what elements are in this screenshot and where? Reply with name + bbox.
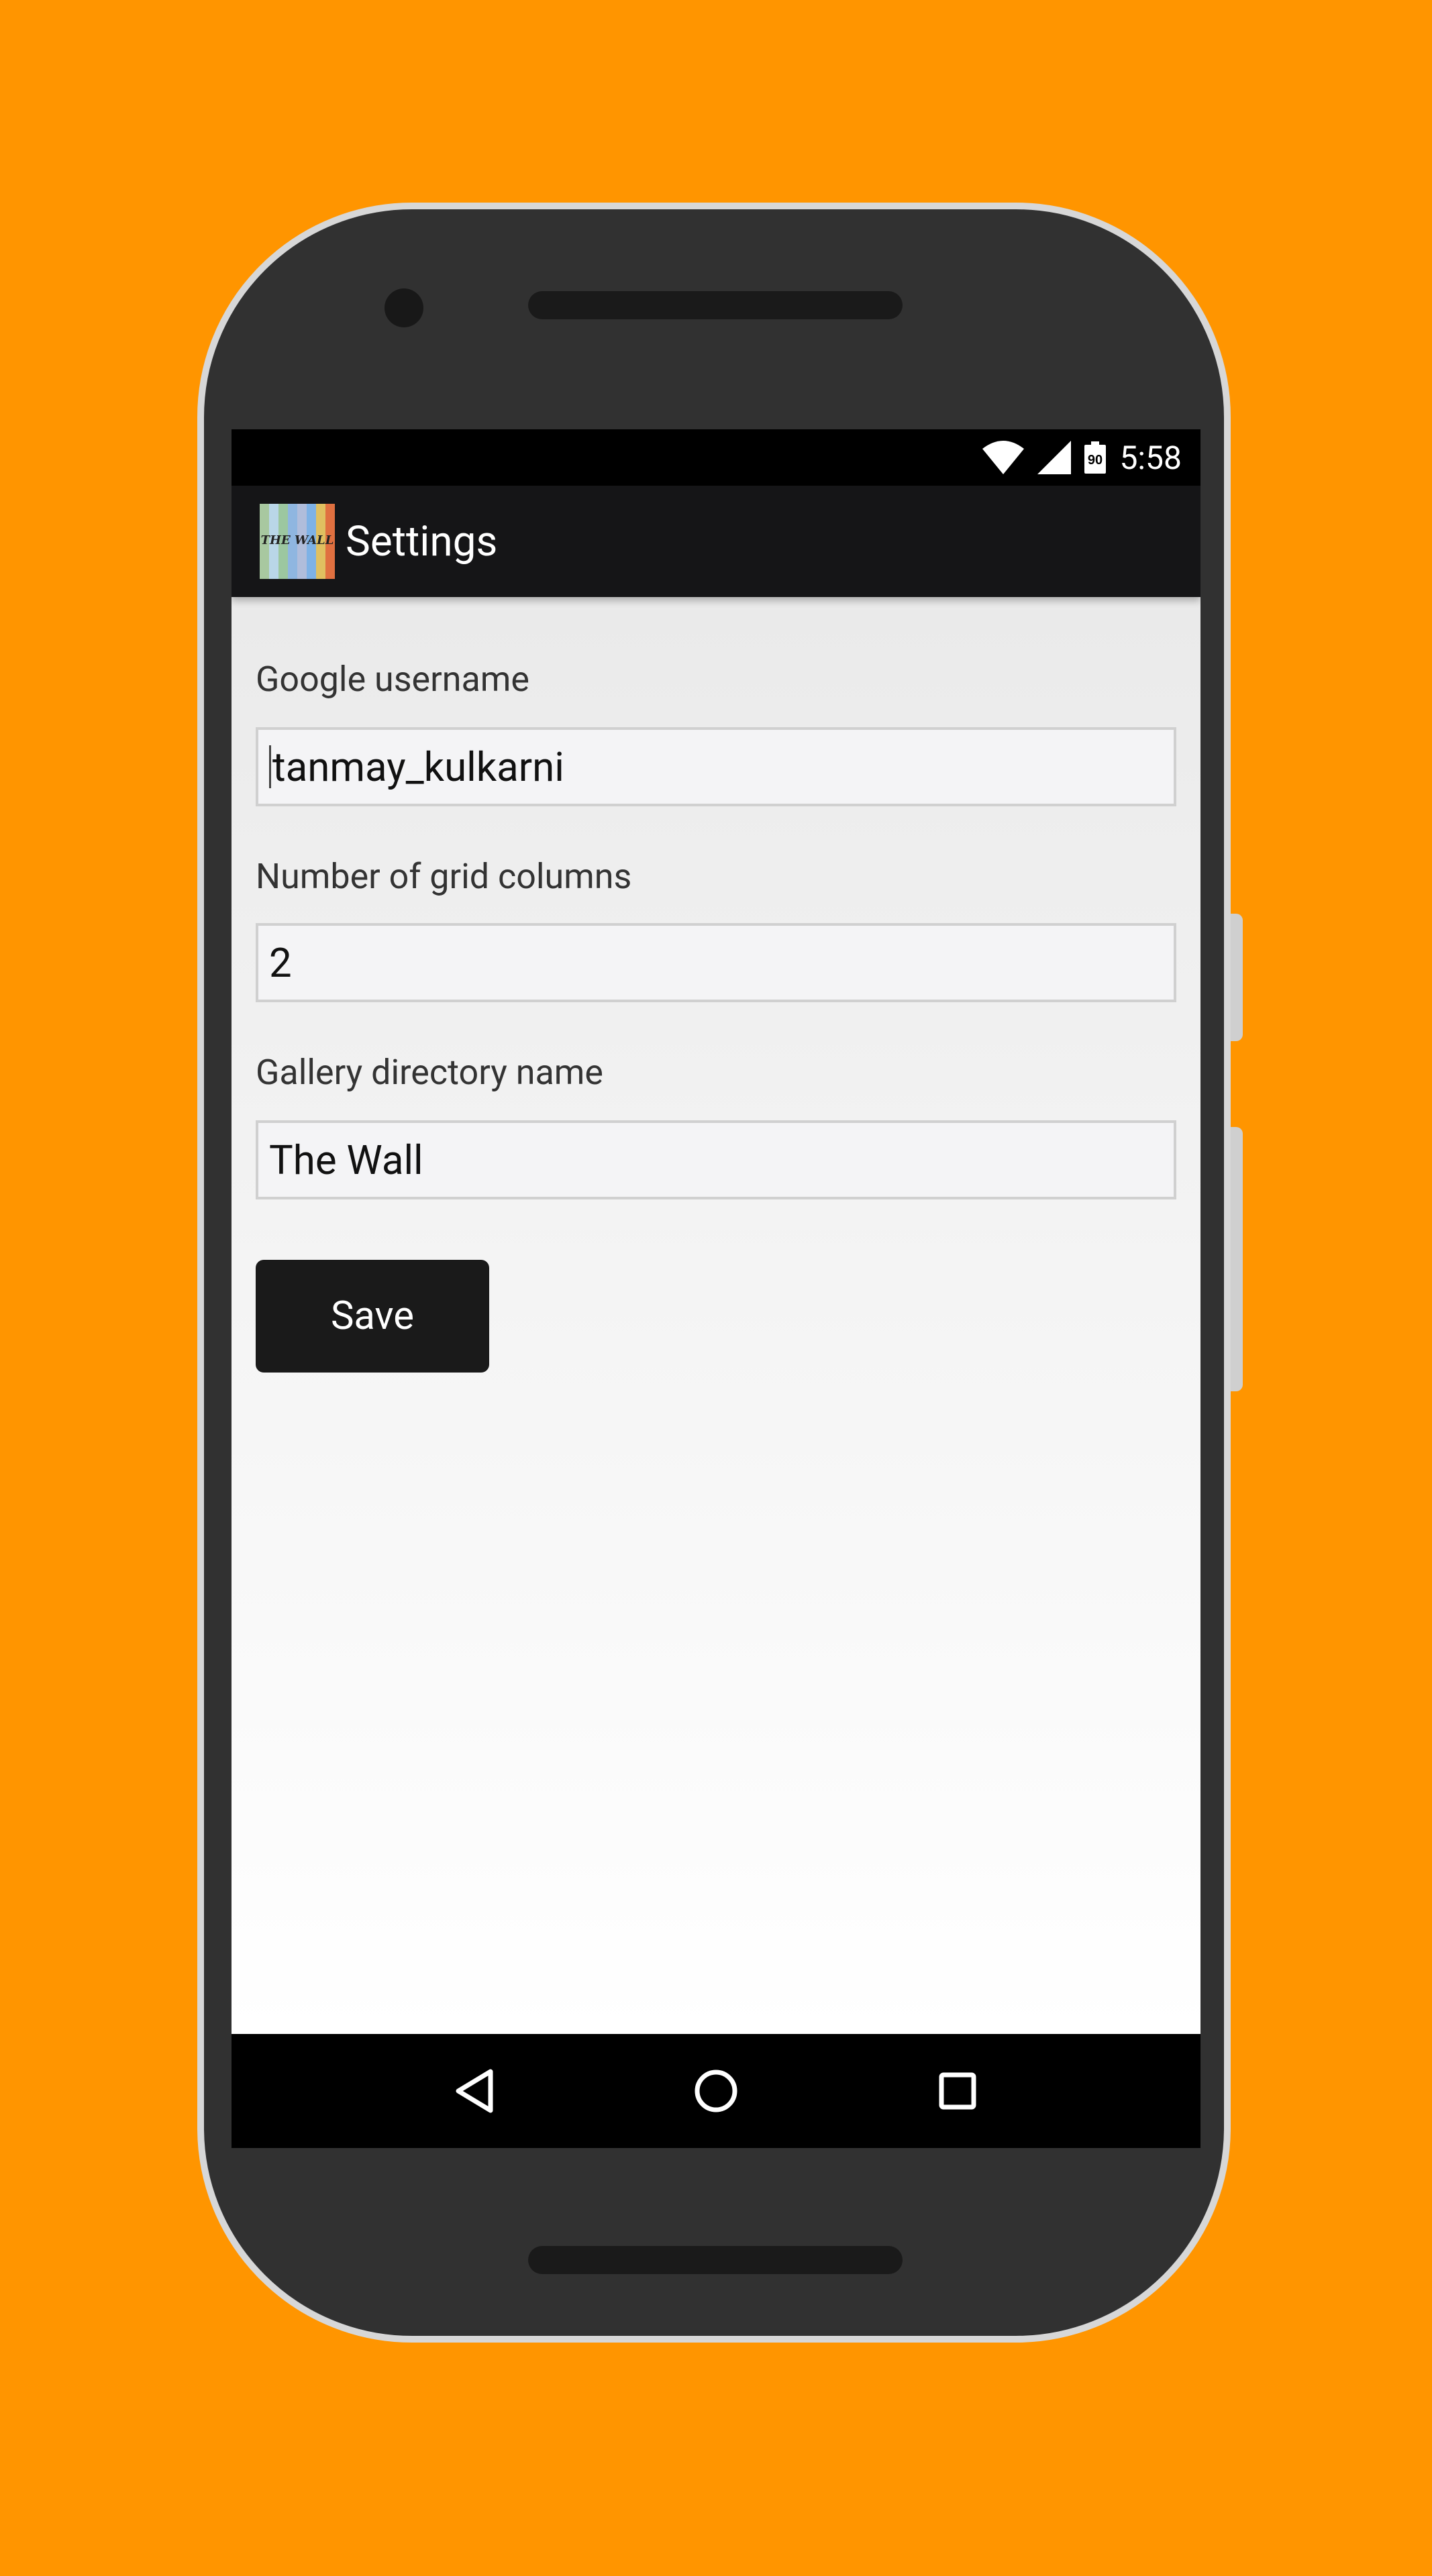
grid-columns-value: 2 [269,938,292,987]
app-logo-icon: THE WALL [260,504,335,579]
grid-columns-input[interactable]: 2 [256,923,1176,1002]
volume-button [1231,914,1243,1041]
recents-icon [939,2072,976,2110]
home-button[interactable] [676,2034,756,2148]
phone-screen: 90 5:58 THE WALL Settings Google usernam… [232,429,1200,2148]
username-value: tanmay_kulkarni [272,743,564,791]
app-logo-text: THE WALL [260,533,334,547]
battery-level: 90 [1088,453,1103,468]
app-bar: THE WALL Settings [232,486,1200,597]
power-button [1231,1127,1243,1391]
grid-columns-label: Number of grid columns [256,856,632,897]
text-cursor [269,745,271,788]
settings-form: Google username tanmay_kulkarni Number o… [232,597,1200,2034]
username-input[interactable]: tanmay_kulkarni [256,727,1176,806]
cell-signal-icon [1037,441,1072,474]
wifi-icon [982,441,1025,474]
gallery-dir-input[interactable]: The Wall [256,1120,1176,1199]
status-bar: 90 5:58 [232,429,1200,486]
top-speaker [528,291,903,319]
front-camera [385,288,423,327]
bottom-speaker [528,2246,903,2274]
save-button[interactable]: Save [256,1260,489,1373]
gallery-dir-value: The Wall [269,1136,423,1184]
navigation-bar [232,2034,1200,2148]
gallery-dir-label: Gallery directory name [256,1052,603,1093]
back-icon [456,2069,493,2113]
home-icon [695,2070,737,2112]
recents-button[interactable] [917,2034,998,2148]
status-time: 5:58 [1119,438,1182,477]
battery-icon: 90 [1084,441,1107,474]
page-title: Settings [346,517,498,566]
back-button[interactable] [434,2034,515,2148]
username-label: Google username [256,659,529,700]
